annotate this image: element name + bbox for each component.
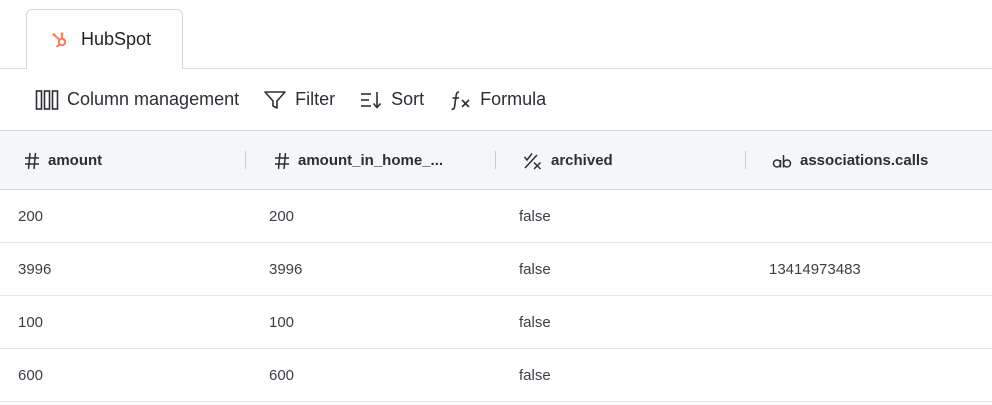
filter-label: Filter	[295, 89, 336, 109]
tab-label: HubSpot	[81, 29, 152, 49]
column-management-button[interactable]: Column management	[35, 89, 239, 111]
table-cell[interactable]: false	[519, 243, 551, 295]
sort-button[interactable]: Sort	[359, 89, 424, 111]
column-header-label: amount	[48, 152, 103, 169]
column-management-label: Column management	[67, 89, 240, 109]
table-cell[interactable]: false	[519, 296, 551, 348]
boolean-type-icon	[523, 152, 543, 170]
table-row[interactable]: 200 200 false	[0, 190, 992, 243]
sort-icon	[359, 89, 383, 111]
number-type-icon	[274, 152, 290, 170]
table-cell[interactable]: false	[519, 190, 551, 242]
column-divider[interactable]	[245, 151, 246, 169]
table-cell[interactable]: 3996	[18, 243, 51, 295]
table-cell[interactable]: 13414973483	[769, 243, 861, 295]
column-divider[interactable]	[495, 151, 496, 169]
table-cell[interactable]: 3996	[269, 243, 302, 295]
table-cell[interactable]: 600	[18, 349, 43, 401]
toolbar: Column management Filter Sort Formula	[0, 69, 992, 130]
filter-button[interactable]: Filter	[263, 89, 335, 111]
table-cell[interactable]: 100	[18, 296, 43, 348]
table-row[interactable]: 600 600 false	[0, 349, 992, 402]
hubspot-icon	[51, 30, 71, 50]
column-header-label: archived	[551, 152, 613, 169]
column-header-associations-calls[interactable]: associations.calls	[772, 131, 928, 190]
number-type-icon	[24, 152, 40, 170]
table-row[interactable]: 100 100 false	[0, 296, 992, 349]
table-cell[interactable]: 100	[269, 296, 294, 348]
column-header-label: associations.calls	[800, 152, 929, 169]
data-table: amount amount_in_home_... archived assoc…	[0, 130, 992, 402]
columns-icon	[35, 89, 59, 111]
table-cell[interactable]: false	[519, 349, 551, 401]
table-cell[interactable]: 600	[269, 349, 294, 401]
sort-label: Sort	[391, 89, 425, 109]
column-header-archived[interactable]: archived	[523, 131, 613, 190]
tab-hubspot[interactable]: HubSpot	[26, 9, 183, 70]
formula-button[interactable]: Formula	[448, 89, 546, 111]
function-icon	[448, 89, 472, 111]
text-type-icon	[772, 152, 792, 170]
column-header-amount[interactable]: amount	[24, 131, 102, 190]
table-cell[interactable]: 200	[18, 190, 43, 242]
table-row[interactable]: 3996 3996 false 13414973483	[0, 243, 992, 296]
table-header: amount amount_in_home_... archived assoc…	[0, 130, 992, 190]
filter-icon	[263, 89, 287, 111]
column-header-label: amount_in_home_...	[298, 152, 444, 169]
table-cell[interactable]: 200	[269, 190, 294, 242]
formula-label: Formula	[480, 89, 547, 109]
column-divider[interactable]	[745, 151, 746, 169]
tab-bar: HubSpot	[0, 0, 992, 70]
column-header-amount-in-home[interactable]: amount_in_home_...	[274, 131, 443, 190]
